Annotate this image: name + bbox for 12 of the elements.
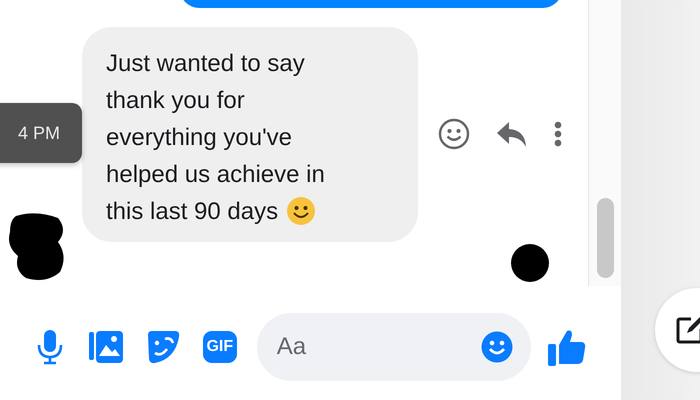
compose-icon[interactable] bbox=[675, 315, 700, 345]
timestamp-tooltip: 4 PM bbox=[0, 103, 82, 163]
message-input-field[interactable]: Aa bbox=[256, 313, 531, 381]
scrollbar-thumb[interactable] bbox=[596, 198, 614, 278]
emoji-icon[interactable] bbox=[480, 331, 513, 363]
smiley-emoji-icon bbox=[286, 196, 316, 226]
reply-icon[interactable] bbox=[496, 120, 528, 148]
message-text: Just wanted to say thank you for everything you've helped us achieve in this last 90 days bbox=[82, 26, 418, 242]
redaction-mark bbox=[510, 243, 550, 283]
gif-button[interactable]: GIF bbox=[202, 331, 237, 363]
smiley-icon[interactable] bbox=[438, 118, 470, 150]
more-options-icon[interactable] bbox=[554, 121, 562, 147]
